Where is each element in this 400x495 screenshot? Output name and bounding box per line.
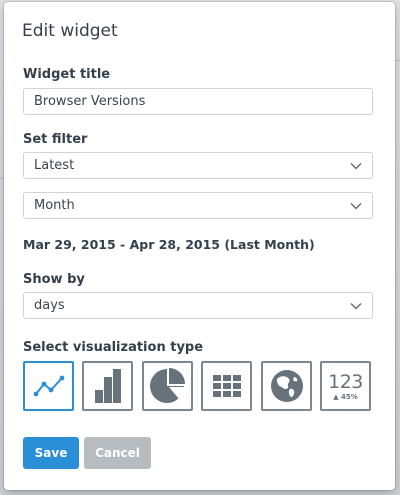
filter-select[interactable]: Latest [23,152,373,179]
dialog-title: Edit widget [22,21,118,41]
viz-option-number[interactable]: 123 ▲ 45% [320,361,371,411]
period-select-value: Month [34,198,75,213]
line-chart-icon [33,375,64,397]
show-by-label: Show by [23,272,85,287]
viz-option-table[interactable] [201,361,252,411]
viz-option-line-chart[interactable] [23,361,74,411]
widget-title-input[interactable] [23,88,373,115]
filter-select-value: Latest [34,158,75,173]
table-grid-icon [212,375,241,397]
show-by-select[interactable]: days [23,292,373,319]
trend-up-icon: ▲ [333,392,339,401]
cancel-button[interactable]: Cancel [84,437,151,469]
save-button[interactable]: Save [23,437,79,469]
viz-option-pie-chart[interactable] [142,361,193,411]
globe-icon [270,370,303,402]
viz-option-bar-chart[interactable] [82,361,133,411]
number-icon: 123 ▲ 45% [328,372,363,401]
edit-widget-dialog: Edit widget Widget title Set filter Late… [4,2,395,490]
viz-option-map[interactable] [261,361,312,411]
pie-chart-icon [149,368,185,403]
period-select[interactable]: Month [23,192,373,219]
number-icon-trend: 45% [341,392,358,401]
chevron-down-icon [350,302,362,309]
number-icon-value: 123 [328,370,363,393]
date-range-text: Mar 29, 2015 - Apr 28, 2015 (Last Month) [23,237,315,252]
show-by-select-value: days [34,298,65,313]
widget-title-label: Widget title [23,67,111,82]
chevron-down-icon [350,202,362,209]
chevron-down-icon [350,162,362,169]
set-filter-label: Set filter [23,132,88,147]
bar-chart-icon [94,369,121,403]
visualization-type-label: Select visualization type [23,340,204,355]
